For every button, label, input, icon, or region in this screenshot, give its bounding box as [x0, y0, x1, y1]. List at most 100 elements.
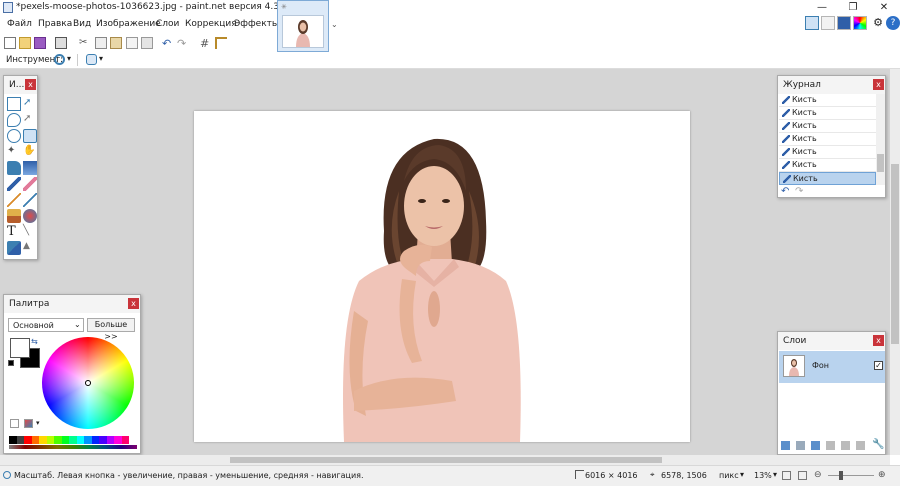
zoom-out-icon[interactable]: ⊖ [814, 470, 822, 480]
duplicate-layer-icon[interactable] [811, 441, 820, 450]
move-selected-icon[interactable]: ➚ [23, 97, 37, 111]
palette-secondary-swatches[interactable] [9, 445, 137, 449]
move-layer-up-icon[interactable] [841, 441, 850, 450]
vertical-scrollbar[interactable] [890, 69, 900, 455]
save-icon[interactable] [34, 37, 46, 49]
menu-layers[interactable]: Слои [156, 19, 179, 29]
units-select[interactable]: пикс [719, 471, 739, 480]
history-list[interactable]: Кисть Кисть Кисть Кисть Кисть Кисть Кист… [778, 94, 876, 185]
redo-icon[interactable]: ↷ [177, 37, 189, 50]
gradient-icon[interactable] [23, 161, 37, 175]
add-layer-icon[interactable] [781, 441, 790, 450]
zoom-slider-thumb[interactable] [839, 471, 843, 480]
history-item[interactable]: Кисть [779, 133, 876, 146]
selection-mode-icon[interactable] [86, 54, 97, 65]
horizontal-scroll-thumb[interactable] [230, 457, 662, 463]
actual-size-icon[interactable] [798, 471, 807, 480]
delete-layer-icon[interactable] [796, 441, 805, 450]
pan-icon[interactable]: ✋ [23, 145, 37, 159]
palette-swatch[interactable] [129, 436, 138, 444]
image-list-chevron-down-icon[interactable]: ⌄ [331, 20, 338, 29]
palette-close-button[interactable]: x [128, 298, 139, 309]
new-icon[interactable] [4, 37, 16, 49]
primary-color-swatch[interactable] [10, 338, 30, 358]
history-scrollbar[interactable] [876, 94, 885, 185]
history-item[interactable]: Кисть [779, 146, 876, 159]
menu-view[interactable]: Вид [73, 19, 91, 29]
line-curve-icon[interactable]: ╲ [23, 225, 37, 239]
fit-window-icon[interactable] [782, 471, 791, 480]
zoom-in-icon[interactable]: ⊕ [878, 470, 886, 480]
history-close-button[interactable]: x [873, 79, 884, 90]
minimize-button[interactable]: — [807, 0, 837, 16]
menu-edit[interactable]: Правка [38, 19, 72, 29]
vertical-scroll-thumb[interactable] [891, 164, 899, 344]
zoom-icon[interactable] [23, 129, 37, 143]
close-button[interactable]: ✕ [869, 0, 899, 16]
grid-icon[interactable]: # [200, 37, 212, 50]
help-icon[interactable]: ? [886, 16, 900, 30]
print-icon[interactable] [55, 37, 67, 49]
shapes-icon[interactable] [7, 241, 21, 255]
history-undo-icon[interactable]: ↶ [781, 186, 789, 197]
history-item[interactable]: Кисть [779, 120, 876, 133]
recolor-icon[interactable] [23, 209, 37, 223]
eraser-icon[interactable] [23, 177, 37, 191]
color-wheel-cursor[interactable] [85, 380, 91, 386]
layer-visibility-checkbox[interactable]: ✓ [874, 361, 883, 370]
crop-icon[interactable] [126, 37, 138, 49]
ruler-icon[interactable] [215, 37, 227, 49]
pencil-icon[interactable] [7, 193, 21, 207]
merge-layer-icon[interactable] [826, 441, 835, 450]
reset-colors-icon[interactable] [8, 360, 14, 366]
history-item[interactable]: Кисть [779, 107, 876, 120]
add-color-icon[interactable] [10, 419, 19, 428]
layers-toggle-icon[interactable] [837, 16, 851, 30]
menu-effects[interactable]: Эффекты [234, 19, 279, 29]
image-canvas[interactable] [194, 111, 690, 442]
palette-swatches[interactable] [9, 436, 138, 444]
color-picker-icon[interactable] [23, 193, 37, 207]
magic-wand-icon[interactable]: ✦ [7, 145, 21, 159]
history-toggle-icon[interactable] [821, 16, 835, 30]
layers-close-button[interactable]: x [873, 335, 884, 346]
zoom-chevron-down-icon[interactable]: ▾ [773, 470, 777, 479]
tool-chevron-down-icon[interactable]: ▾ [67, 54, 71, 63]
cut-icon[interactable]: ✂ [79, 37, 91, 49]
horizontal-scrollbar[interactable] [0, 455, 890, 465]
menu-adjustments[interactable]: Коррекция [185, 19, 237, 29]
zoom-slider[interactable] [828, 475, 874, 476]
zoom-level[interactable]: 13% [754, 471, 772, 480]
zoom-tool-icon[interactable] [54, 54, 65, 65]
undo-icon[interactable]: ↶ [162, 37, 174, 50]
history-item[interactable]: Кисть [779, 94, 876, 107]
ellipse-select-icon[interactable] [7, 129, 21, 143]
menu-file[interactable]: Файл [7, 19, 32, 29]
palette-toggle-icon[interactable] [853, 16, 867, 30]
text-icon[interactable]: T [7, 225, 21, 239]
menu-image[interactable]: Изображение [96, 19, 161, 29]
settings-icon[interactable]: ⚙ [871, 16, 885, 30]
layer-row[interactable]: Фон ✓ [779, 351, 885, 383]
units-chevron-down-icon[interactable]: ▾ [740, 470, 744, 479]
lasso-select-icon[interactable] [7, 113, 21, 127]
paste-icon[interactable] [110, 37, 122, 49]
more-colors-button[interactable]: Больше >> [87, 318, 135, 341]
palette-menu-icon[interactable] [24, 419, 33, 428]
move-layer-down-icon[interactable] [856, 441, 865, 450]
tools-toggle-icon[interactable] [805, 16, 819, 30]
palette-chevron-down-icon[interactable]: ▾ [36, 419, 40, 427]
tools-close-button[interactable]: x [25, 79, 36, 90]
rectangle-select-icon[interactable] [7, 97, 21, 111]
copy-icon[interactable] [95, 37, 107, 49]
image-tab[interactable]: ✳ [277, 0, 329, 52]
clone-stamp-icon[interactable] [7, 209, 21, 223]
history-item-selected[interactable]: Кисть [779, 172, 876, 185]
layer-properties-icon[interactable]: 🔧 [872, 439, 884, 450]
history-redo-icon[interactable]: ↷ [795, 186, 803, 197]
maximize-button[interactable]: ❐ [838, 0, 868, 16]
shapes-chevron-icon[interactable]: ▲ [23, 241, 37, 255]
paint-bucket-icon[interactable] [7, 161, 21, 175]
history-item[interactable]: Кисть [779, 159, 876, 172]
color-wheel[interactable] [42, 337, 134, 429]
